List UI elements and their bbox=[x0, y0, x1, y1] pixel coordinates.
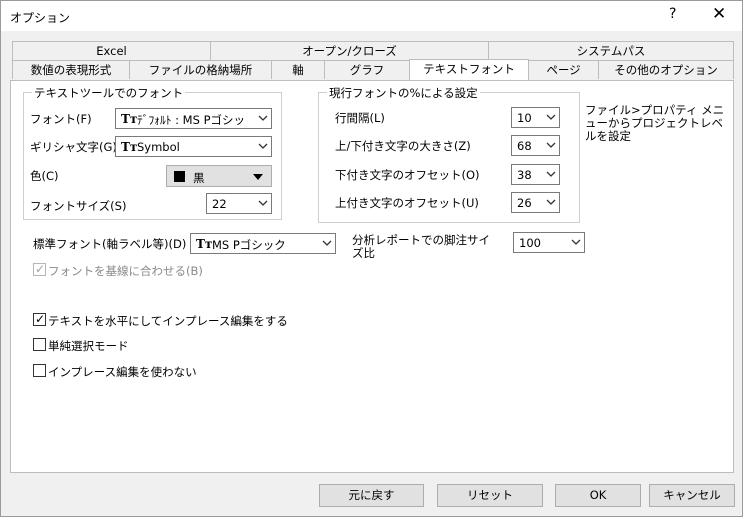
tab-other-options[interactable]: その他のオプション bbox=[598, 60, 734, 79]
simple-select-checkbox[interactable] bbox=[33, 338, 46, 351]
font-size-select[interactable]: 22 bbox=[206, 193, 272, 214]
chevron-down-icon bbox=[546, 114, 556, 120]
supsub-size-label: 上/下付き文字の大きさ(Z) bbox=[335, 139, 471, 153]
sub-offset-label: 下付き文字のオフセット(O) bbox=[335, 168, 480, 182]
color-swatch bbox=[174, 171, 185, 182]
chevron-down-icon bbox=[322, 240, 332, 246]
percent-settings-group-title: 現行フォントの%による設定 bbox=[327, 85, 480, 101]
font-label: フォント(F) bbox=[30, 112, 92, 126]
no-inplace-checkbox[interactable] bbox=[33, 364, 46, 377]
check-icon: ✓ bbox=[35, 262, 46, 276]
greek-label: ギリシャ文字(G) bbox=[30, 140, 117, 154]
dropdown-arrow-icon bbox=[253, 174, 263, 180]
font-select[interactable]: Tт ﾃﾞﾌｫﾙﾄ : MS Pゴシッ bbox=[115, 108, 272, 129]
text-font-panel: テキストツールでのフォント フォント(F) Tт ﾃﾞﾌｫﾙﾄ : MS Pゴシ… bbox=[10, 80, 734, 473]
chevron-down-icon bbox=[258, 115, 268, 121]
tab-text-font[interactable]: テキストフォント bbox=[409, 59, 529, 80]
tab-number-format[interactable]: 数値の表現形式 bbox=[12, 60, 130, 79]
baseline-checkbox[interactable]: ✓ bbox=[33, 262, 46, 276]
greek-font-select[interactable]: Tт Symbol bbox=[115, 136, 272, 157]
check-icon: ✓ bbox=[35, 312, 46, 326]
ok-button[interactable]: OK bbox=[555, 484, 641, 507]
greek-font-value: Symbol bbox=[137, 140, 180, 154]
line-spacing-label: 行間隔(L) bbox=[335, 111, 385, 125]
tab-system-path[interactable]: システムパス bbox=[488, 41, 734, 60]
standard-font-value: MS Pゴシック bbox=[212, 238, 286, 252]
text-tool-font-group-title: テキストツールでのフォント bbox=[32, 85, 186, 101]
tab-page[interactable]: ページ bbox=[528, 60, 599, 79]
reset-button[interactable]: リセット bbox=[437, 484, 543, 507]
standard-font-select[interactable]: Tт MS Pゴシック bbox=[190, 233, 336, 254]
tab-open-close[interactable]: オープン/クローズ bbox=[210, 41, 489, 60]
chevron-down-icon bbox=[546, 142, 556, 148]
line-spacing-value: 10 bbox=[517, 111, 532, 125]
line-spacing-select[interactable]: 10 bbox=[511, 107, 560, 128]
supsub-size-value: 68 bbox=[517, 139, 532, 153]
font-icon: Tт bbox=[121, 140, 138, 154]
cancel-button[interactable]: キャンセル bbox=[649, 484, 735, 507]
text-tool-font-group: テキストツールでのフォント フォント(F) Tт ﾃﾞﾌｫﾙﾄ : MS Pゴシ… bbox=[23, 85, 282, 220]
sub-offset-value: 38 bbox=[517, 168, 532, 182]
chevron-down-icon bbox=[258, 200, 268, 206]
font-size-value: 22 bbox=[212, 197, 227, 211]
simple-select-label: 単純選択モード bbox=[48, 339, 129, 353]
sub-offset-select[interactable]: 38 bbox=[511, 164, 560, 185]
sup-offset-value: 26 bbox=[517, 196, 532, 210]
window-title: オプション bbox=[10, 11, 71, 25]
standard-font-label: 標準フォント(軸ラベル等)(D) bbox=[33, 237, 187, 251]
close-button[interactable]: ✕ bbox=[712, 4, 726, 24]
baseline-checkbox-label: フォントを基線に合わせる(B) bbox=[48, 264, 203, 278]
color-value: 黒 bbox=[193, 171, 205, 185]
footnote-size-select[interactable]: 100 bbox=[513, 232, 585, 253]
supsub-size-select[interactable]: 68 bbox=[511, 135, 560, 156]
horizontal-inplace-checkbox[interactable]: ✓ bbox=[33, 312, 46, 326]
footnote-size-value: 100 bbox=[519, 236, 541, 250]
chevron-down-icon bbox=[546, 171, 556, 177]
color-picker-button[interactable]: 黒 bbox=[166, 165, 272, 187]
horizontal-inplace-label: テキストを水平にしてインプレース編集をする bbox=[48, 314, 288, 328]
tab-graph[interactable]: グラフ bbox=[324, 60, 410, 79]
percent-settings-group: 現行フォントの%による設定 行間隔(L) 10 上/下付き文字の大きさ(Z) 6… bbox=[318, 85, 580, 223]
font-select-value: ﾃﾞﾌｫﾙﾄ : MS Pゴシッ bbox=[137, 113, 245, 127]
font-icon: Tт bbox=[121, 112, 138, 126]
no-inplace-label: インプレース編集を使わない bbox=[48, 365, 197, 379]
revert-button[interactable]: 元に戻す bbox=[319, 484, 424, 507]
tab-axis[interactable]: 軸 bbox=[271, 60, 325, 79]
title-bar: オプション ? ✕ bbox=[1, 1, 742, 31]
tab-file-locations[interactable]: ファイルの格納場所 bbox=[129, 60, 272, 79]
sup-offset-select[interactable]: 26 bbox=[511, 192, 560, 213]
options-dialog: オプション ? ✕ Excel オープン/クローズ システムパス 数値の表現形式… bbox=[0, 0, 743, 517]
chevron-down-icon bbox=[571, 239, 581, 245]
font-size-label: フォントサイズ(S) bbox=[30, 199, 127, 213]
font-icon: Tт bbox=[196, 237, 213, 251]
sup-offset-label: 上付き文字のオフセット(U) bbox=[335, 196, 479, 210]
project-level-note: ファイル>プロパティ メニューからプロジェクトレベルを設定 bbox=[585, 103, 725, 143]
footnote-size-label: 分析レポートでの脚注サイズ比 bbox=[352, 233, 490, 260]
help-button[interactable]: ? bbox=[669, 6, 676, 22]
chevron-down-icon bbox=[258, 143, 268, 149]
color-label: 色(C) bbox=[30, 169, 59, 183]
tab-excel[interactable]: Excel bbox=[12, 41, 211, 60]
chevron-down-icon bbox=[546, 199, 556, 205]
